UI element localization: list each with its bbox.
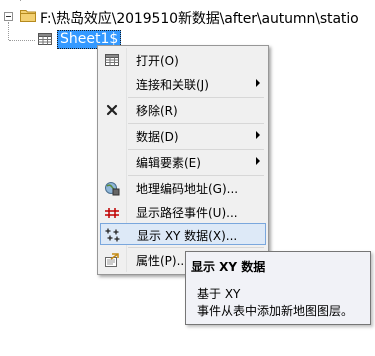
menu-item-label: 属性(P)... [136, 254, 189, 268]
submenu-arrow-icon [256, 79, 260, 87]
folder-path-label[interactable]: F:\热岛效应\2019510新数据\after\autumn\statio [40, 8, 359, 28]
table-icon [38, 33, 52, 45]
submenu-arrow-icon [256, 157, 260, 165]
menu-separator [128, 97, 264, 98]
menu-separator [128, 149, 264, 150]
tooltip-description-line2: 事件从表中添加新地图图层。 [197, 304, 354, 318]
menu-separator [128, 247, 264, 248]
xy-data-icon [105, 228, 120, 242]
menu-item-edit-features[interactable]: 编辑要素(E) [100, 151, 266, 173]
menu-item-label: 显示 XY 数据(X)... [137, 229, 238, 243]
context-menu: 打开(O) 连接和关联(J) 移除(R) 数据(D) 编辑要素(E) 地理编码地… [97, 45, 269, 275]
menu-item-joins-relates[interactable]: 连接和关联(J) [100, 73, 266, 95]
menu-item-label: 打开(O) [136, 54, 179, 68]
table-open-icon [105, 54, 119, 66]
menu-tooltip: 显示 XY 数据 基于 XY 事件从表中添加新地图图层。 [185, 251, 371, 325]
menu-separator [128, 123, 264, 124]
tooltip-description-line1: 基于 XY [197, 287, 241, 301]
collapse-toggle-icon[interactable] [4, 12, 13, 21]
tree-connector-top [20, 0, 61, 1]
submenu-arrow-icon [256, 131, 260, 139]
geocode-addresses-icon [105, 182, 120, 196]
menu-item-open[interactable]: 打开(O) [100, 49, 266, 71]
menu-item-label: 连接和关联(J) [136, 78, 209, 92]
remove-x-icon [106, 104, 118, 116]
menu-item-label: 地理编码地址(G)... [136, 182, 239, 196]
menu-item-geocode-addresses[interactable]: 地理编码地址(G)... [100, 177, 266, 199]
menu-item-data[interactable]: 数据(D) [100, 125, 266, 147]
menu-item-label: 显示路径事件(U)... [136, 206, 238, 220]
menu-item-label: 移除(R) [136, 104, 178, 118]
menu-item-display-xy-data[interactable]: 显示 XY 数据(X)... [100, 223, 266, 245]
route-events-icon [105, 208, 119, 218]
folder-icon [20, 10, 36, 22]
tooltip-title: 显示 XY 数据 [191, 260, 266, 274]
tree-connector-vertical [8, 22, 9, 40]
properties-icon [105, 253, 119, 267]
menu-item-label: 编辑要素(E) [136, 156, 201, 170]
tree-connector-horizontal [9, 40, 35, 41]
menu-item-label: 数据(D) [136, 130, 179, 144]
menu-separator [128, 175, 264, 176]
menu-item-route-events[interactable]: 显示路径事件(U)... [100, 201, 266, 223]
menu-item-remove[interactable]: 移除(R) [100, 99, 266, 121]
